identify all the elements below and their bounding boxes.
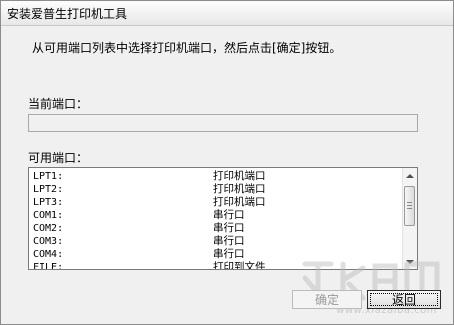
back-button[interactable]: 返回 <box>367 290 441 309</box>
port-description: 打印机端口 <box>213 170 266 182</box>
port-description: 打印机端口 <box>213 183 266 195</box>
grip-line <box>407 205 412 206</box>
port-name: LPT2: <box>33 184 64 195</box>
grip-line <box>407 208 412 209</box>
port-name: COM4: <box>33 249 64 260</box>
title-bar: 安装爱普生打印机工具 <box>1 1 453 26</box>
port-name: FILE: <box>33 262 64 270</box>
port-description: 打印到文件 <box>213 261 266 270</box>
list-item[interactable]: COM2: 串行口 <box>31 222 401 235</box>
port-list-rows: LPT1: 打印机端口 LPT2: 打印机端口 LPT3: 打印机端口 COM1… <box>31 170 401 270</box>
window-title: 安装爱普生打印机工具 <box>7 7 128 21</box>
scroll-down-button[interactable] <box>403 254 417 269</box>
list-item[interactable]: FILE: 打印到文件 <box>31 261 401 270</box>
port-name: LPT1: <box>33 171 64 182</box>
port-description: 串行口 <box>213 248 245 260</box>
list-item[interactable]: LPT2: 打印机端口 <box>31 183 401 196</box>
port-description: 打印机端口 <box>213 196 266 208</box>
scroll-thumb[interactable] <box>404 186 415 226</box>
port-name: COM3: <box>33 236 64 247</box>
instruction-text: 从可用端口列表中选择打印机端口，然后点击[确定]按钮。 <box>32 41 342 55</box>
list-item[interactable]: COM4: 串行口 <box>31 248 401 261</box>
dialog-window: 安装爱普生打印机工具 从可用端口列表中选择打印机端口，然后点击[确定]按钮。 当… <box>0 0 454 325</box>
port-description: 串行口 <box>213 235 245 247</box>
available-ports-label: 可用端口： <box>28 151 89 165</box>
list-item[interactable]: LPT1: 打印机端口 <box>31 170 401 183</box>
port-name: LPT3: <box>33 197 64 208</box>
list-item[interactable]: COM1: 串行口 <box>31 209 401 222</box>
port-name: COM2: <box>33 223 64 234</box>
port-description: 串行口 <box>213 209 245 221</box>
ok-button[interactable]: 确定 <box>292 290 362 309</box>
port-description: 串行口 <box>213 222 245 234</box>
focus-ring <box>370 293 438 306</box>
current-port-label: 当前端口： <box>28 97 89 111</box>
list-item[interactable]: LPT3: 打印机端口 <box>31 196 401 209</box>
current-port-field <box>28 114 418 132</box>
chevron-up-icon <box>406 173 414 178</box>
list-item[interactable]: COM3: 串行口 <box>31 235 401 248</box>
chevron-down-icon <box>406 259 414 264</box>
port-name: COM1: <box>33 210 64 221</box>
available-ports-list[interactable]: LPT1: 打印机端口 LPT2: 打印机端口 LPT3: 打印机端口 COM1… <box>28 167 418 270</box>
grip-line <box>407 202 412 203</box>
list-scrollbar[interactable] <box>402 168 417 269</box>
scroll-up-button[interactable] <box>403 168 417 183</box>
